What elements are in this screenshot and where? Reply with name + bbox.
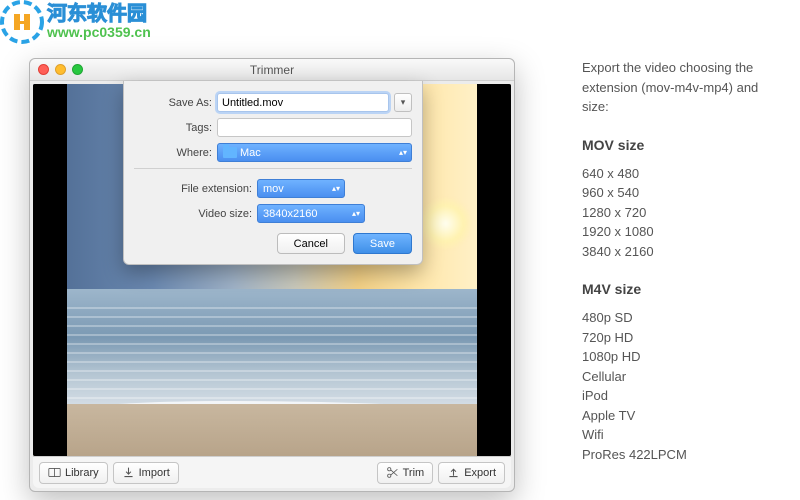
m4v-heading: M4V size (582, 279, 780, 300)
site-logo-icon (0, 0, 44, 44)
import-icon (122, 466, 135, 479)
trim-icon (386, 466, 399, 479)
video-size-label: Video size: (134, 208, 252, 220)
trim-label: Trim (403, 467, 425, 479)
video-size-value: 3840x2160 (263, 208, 317, 220)
list-item: 960 x 540 (582, 183, 780, 203)
mov-heading: MOV size (582, 135, 780, 156)
window-title: Trimmer (250, 63, 294, 77)
video-size-select[interactable]: 3840x2160 ▴▾ (257, 204, 365, 223)
close-icon[interactable] (38, 64, 49, 75)
list-item: 640 x 480 (582, 164, 780, 184)
list-item: 1920 x 1080 (582, 222, 780, 242)
mov-size-list: 640 x 480 960 x 540 1280 x 720 1920 x 10… (582, 164, 780, 262)
m4v-size-list: 480p SD 720p HD 1080p HD Cellular iPod A… (582, 308, 780, 464)
app-window: Trimmer Library Import Trim Export (29, 58, 515, 492)
minimize-icon[interactable] (55, 64, 66, 75)
updown-icon: ▴▾ (399, 149, 407, 156)
file-extension-select[interactable]: mov ▴▾ (257, 179, 345, 198)
save-dialog: Save As: ▾ Tags: Where: Mac ▴▾ File exte… (123, 81, 423, 265)
updown-icon: ▴▾ (352, 210, 360, 217)
library-button[interactable]: Library (39, 462, 108, 484)
list-item: Cellular (582, 367, 780, 387)
export-button[interactable]: Export (438, 462, 505, 484)
list-item: 1280 x 720 (582, 203, 780, 223)
list-item: 480p SD (582, 308, 780, 328)
where-value: Mac (240, 147, 261, 159)
watermark-url: www.pc0359.cn (47, 25, 151, 40)
watermark-title: 河东软件园 (47, 3, 151, 25)
export-icon (447, 466, 460, 479)
folder-icon (223, 147, 237, 158)
library-label: Library (65, 467, 99, 479)
where-label: Where: (134, 147, 212, 159)
titlebar: Trimmer (30, 59, 514, 81)
chevron-down-icon: ▾ (401, 97, 406, 108)
save-button[interactable]: Save (353, 233, 412, 254)
import-label: Import (139, 467, 170, 479)
import-button[interactable]: Import (113, 462, 179, 484)
file-extension-label: File extension: (134, 183, 252, 195)
list-item: iPod (582, 386, 780, 406)
watermark: 河东软件园 www.pc0359.cn (0, 0, 151, 44)
cancel-button[interactable]: Cancel (277, 233, 345, 254)
bottom-toolbar: Library Import Trim Export (33, 456, 511, 488)
doc-panel: Export the video choosing the extension … (582, 58, 780, 464)
list-item: 1080p HD (582, 347, 780, 367)
divider (134, 168, 412, 169)
export-label: Export (464, 467, 496, 479)
save-as-input[interactable] (217, 93, 389, 112)
save-as-label: Save As: (134, 97, 212, 109)
list-item: 3840 x 2160 (582, 242, 780, 262)
doc-intro: Export the video choosing the extension … (582, 58, 780, 117)
where-select[interactable]: Mac ▴▾ (217, 143, 412, 162)
trim-button[interactable]: Trim (377, 462, 434, 484)
file-extension-value: mov (263, 183, 284, 195)
expand-save-button[interactable]: ▾ (394, 93, 412, 112)
tags-input[interactable] (217, 118, 412, 137)
library-icon (48, 466, 61, 479)
zoom-icon[interactable] (72, 64, 83, 75)
updown-icon: ▴▾ (332, 185, 340, 192)
list-item: Apple TV (582, 406, 780, 426)
list-item: 720p HD (582, 328, 780, 348)
list-item: Wifi (582, 425, 780, 445)
tags-label: Tags: (134, 122, 212, 134)
list-item: ProRes 422LPCM (582, 445, 780, 465)
